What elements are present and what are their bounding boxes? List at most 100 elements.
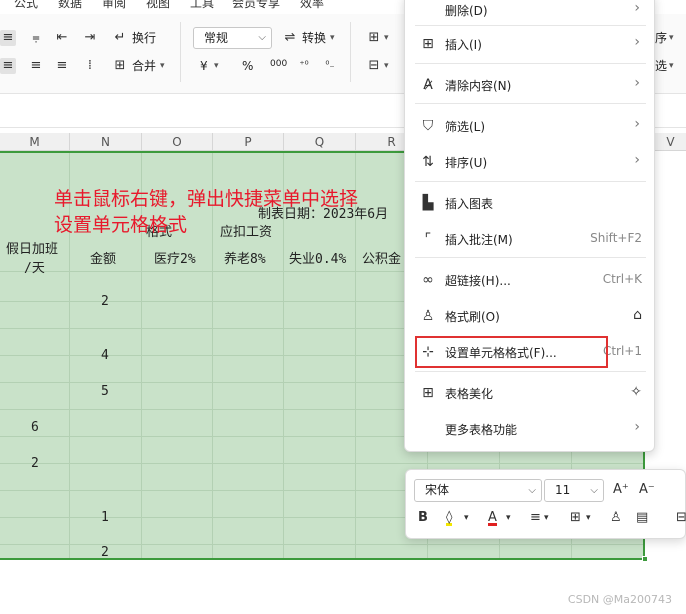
menu-item-label: 排序(U) (445, 156, 488, 170)
decrease-font-icon[interactable]: A⁻ (639, 480, 655, 500)
align-right-icon[interactable]: ≡ (54, 58, 70, 74)
menu-item-label: 超链接(H)... (445, 274, 511, 288)
merge-icon[interactable]: ⊞ (112, 58, 128, 74)
sort-label-partial[interactable]: 序 (655, 30, 667, 46)
number-format-select[interactable]: 常规 ⌵ (193, 27, 272, 49)
border-chevron-icon[interactable]: ▾ (586, 508, 591, 528)
font-size-select[interactable]: 11 ⌵ (544, 479, 604, 502)
outdent-icon[interactable]: ⇤ (54, 30, 70, 46)
magic-wand-icon: ✧ (630, 384, 642, 400)
menu-item-insert-chart[interactable]: ▙ 插入图表 (405, 188, 656, 218)
filter-label-partial[interactable]: 选 (655, 58, 667, 74)
increase-font-icon[interactable]: A⁺ (613, 480, 629, 500)
menu-item-filter[interactable]: ⛉ 筛选(L) › (405, 111, 656, 141)
fill-handle[interactable] (642, 556, 648, 562)
align-left-icon[interactable]: ≡ (0, 30, 16, 46)
align-icon[interactable]: ≡ (530, 508, 541, 528)
thousands-button[interactable]: 000 (270, 56, 287, 72)
menu-separator (415, 371, 646, 372)
menu-tools[interactable]: 工具 (190, 0, 214, 11)
column-q[interactable]: Q (284, 133, 356, 151)
indent-icon[interactable]: ⇥ (82, 30, 98, 46)
filter-chevron-icon[interactable]: ▾ (669, 58, 674, 74)
menu-member[interactable]: 会员专享 (232, 0, 280, 11)
menu-item-table-beautify[interactable]: ⊞ 表格美化 ✧ (405, 378, 656, 408)
table-style-icon[interactable]: ▤ (636, 508, 648, 528)
highlight-chevron-icon[interactable]: ▾ (464, 508, 469, 528)
font-name-select[interactable]: 宋体 ⌵ (414, 479, 542, 502)
cell-value: 4 (101, 348, 109, 363)
font-color-chevron-icon[interactable]: ▾ (506, 508, 511, 528)
font-name-value: 宋体 (425, 483, 450, 497)
menu-item-format-painter[interactable]: ♙ 格式刷(O) ⌂ (405, 301, 656, 331)
menu-item-delete[interactable]: 删除(D) › (405, 0, 656, 25)
menu-item-more-functions[interactable]: 更多表格功能 › (405, 414, 656, 444)
merge-label[interactable]: 合并 (132, 58, 156, 74)
menu-separator (415, 25, 646, 26)
comment-icon: ⌜ (424, 231, 432, 247)
distributed-icon[interactable]: ⁞ (82, 58, 98, 74)
menu-separator (415, 181, 646, 182)
wrap-label[interactable]: 换行 (132, 30, 156, 46)
sort-chevron-icon[interactable]: ▾ (669, 30, 674, 46)
highlight-box (415, 336, 608, 368)
align-chevron-icon[interactable]: ▾ (544, 508, 549, 528)
menu-item-insert-comment[interactable]: ⌜ 插入批注(M) Shift+F2 (405, 224, 656, 254)
increase-decimal-icon[interactable]: ⁺⁰ (296, 58, 312, 74)
chevron-right-icon: › (634, 0, 640, 16)
insert-icon: ⊞ (422, 36, 434, 52)
chevron-down-icon: ⌵ (528, 485, 536, 496)
menu-item-label: 插入批注(M) (445, 233, 513, 247)
align-middle-icon[interactable]: ≡ (28, 58, 44, 74)
column-p[interactable]: P (213, 133, 284, 151)
annotation-line-2: 设置单元格格式 (54, 214, 188, 236)
column-o[interactable]: O (142, 133, 213, 151)
highlight-color-icon[interactable]: ◊ (446, 508, 453, 526)
cell-style-chevron-icon[interactable]: ▾ (384, 58, 389, 74)
cell-style-icon[interactable]: ⊟ (366, 58, 382, 74)
convert-label[interactable]: 转换 (302, 30, 326, 46)
filter-icon: ⛉ (422, 118, 434, 134)
header-housing-fund: 公积金 (362, 252, 402, 267)
menu-item-hyperlink[interactable]: ∞ 超链接(H)... Ctrl+K (405, 265, 656, 295)
conditional-chevron-icon[interactable]: ▾ (384, 30, 389, 46)
column-v[interactable]: V (655, 133, 686, 151)
align-bottom-icon[interactable]: ⩦ (28, 30, 44, 46)
align-center-h-icon[interactable]: ≡ (0, 58, 16, 74)
grid-line (0, 544, 643, 545)
sort-icon: ⇅ (422, 154, 434, 170)
menu-efficiency[interactable]: 效率 (300, 0, 324, 11)
percent-button[interactable]: % (242, 58, 253, 74)
menu-formula[interactable]: 公式 (14, 0, 38, 11)
menu-data[interactable]: 数据 (58, 0, 82, 11)
chevron-right-icon: › (634, 419, 640, 435)
chevron-right-icon: › (634, 152, 640, 168)
format-painter-icon[interactable]: ♙ (610, 508, 622, 528)
menu-view[interactable]: 视图 (146, 0, 170, 11)
font-color-icon[interactable]: A (488, 508, 497, 526)
convert-icon[interactable]: ⇌ (282, 30, 298, 46)
wrap-icon[interactable]: ↵ (112, 30, 128, 46)
menu-item-sort[interactable]: ⇅ 排序(U) › (405, 147, 656, 177)
column-n[interactable]: N (70, 133, 142, 151)
clear-icon: A̷ (423, 77, 433, 93)
menu-review[interactable]: 审阅 (102, 0, 126, 11)
ribbon-separator (180, 22, 181, 82)
header-medical: 医疗2% (154, 252, 196, 267)
menu-item-insert[interactable]: ⊞ 插入(I) › (405, 29, 656, 59)
merge-icon[interactable]: ⊟ (676, 508, 686, 528)
decrease-decimal-icon[interactable]: ⁰₋ (322, 58, 338, 74)
menu-item-clear-content[interactable]: A̷ 清除内容(N) › (405, 70, 656, 100)
chevron-right-icon: › (634, 75, 640, 91)
menu-item-label: 筛选(L) (445, 120, 486, 134)
conditional-format-icon[interactable]: ⊞ (366, 30, 382, 46)
chart-icon: ▙ (422, 195, 434, 211)
border-icon[interactable]: ⊞ (570, 508, 581, 528)
convert-chevron-icon[interactable]: ▾ (330, 30, 335, 46)
currency-chevron-icon[interactable]: ▾ (214, 58, 219, 74)
currency-button[interactable]: ¥ (200, 58, 208, 74)
column-m[interactable]: M (0, 133, 70, 151)
link-icon: ∞ (422, 272, 434, 288)
merge-chevron-icon[interactable]: ▾ (160, 58, 165, 74)
bold-button[interactable]: B (418, 508, 428, 528)
